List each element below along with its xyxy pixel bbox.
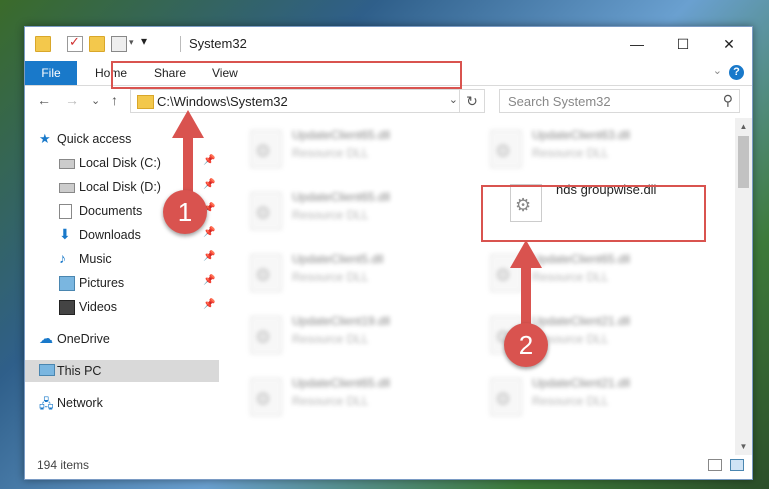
pin-icon[interactable]: 📌 — [203, 251, 215, 262]
sidebar-item-onedrive[interactable]: ☁ OneDrive — [25, 328, 219, 350]
dll-file-icon: ⚙ — [250, 192, 282, 230]
vertical-scrollbar[interactable]: ▲ ▼ — [735, 118, 752, 455]
back-button[interactable]: ← — [37, 92, 51, 108]
pin-icon[interactable]: 📌 — [203, 299, 215, 310]
download-arrow-icon: ⬇ — [59, 226, 71, 242]
close-button[interactable]: ✕ — [706, 27, 752, 61]
list-item[interactable]: ⚙ UpdateClient21.dll Resource DLL — [460, 310, 680, 360]
callout-badge-2: 2 — [504, 323, 548, 367]
item-count: 194 items — [37, 458, 90, 472]
list-item[interactable]: ⚙ UpdateClient65.dll Resource DLL — [460, 248, 680, 298]
gear-icon: ⚙ — [255, 265, 272, 285]
status-bar: 194 items — [25, 453, 752, 479]
navigation-bar: ← → ⌄ ↑ C:\Windows\System32 ⌄ ↻ Search S… — [25, 86, 752, 118]
music-note-icon: ♪ — [59, 250, 66, 266]
pin-icon[interactable]: 📌 — [203, 227, 215, 238]
gear-icon: ⚙ — [495, 141, 512, 161]
dll-file-icon: ⚙ — [250, 130, 282, 168]
sidebar-item-this-pc[interactable]: This PC — [25, 360, 219, 382]
gear-icon: ⚙ — [255, 203, 272, 223]
gear-icon: ⚙ — [495, 389, 512, 409]
chevron-down-icon[interactable]: ⌄ — [449, 93, 458, 106]
dll-file-icon: ⚙ — [490, 130, 522, 168]
list-item[interactable]: ⚙ UpdateClient21.dll Resource DLL — [460, 372, 680, 422]
new-folder-icon[interactable] — [89, 36, 105, 52]
toolbar-dropdown-icon[interactable]: ▾ — [141, 34, 147, 48]
recent-locations-button[interactable]: ⌄ — [91, 94, 100, 107]
details-view-icon[interactable] — [708, 459, 722, 471]
list-item[interactable]: ⚙ UpdateClient65.dll Resource DLL — [220, 372, 440, 422]
properties-check-icon[interactable] — [67, 34, 83, 52]
address-bar-highlight — [111, 61, 462, 89]
arrow-up-1-icon — [172, 110, 204, 196]
forward-button[interactable]: → — [65, 92, 79, 108]
folder-icon — [137, 95, 154, 109]
star-icon: ★ — [39, 131, 51, 146]
drive-icon — [59, 159, 75, 169]
callout-badge-1: 1 — [163, 190, 207, 234]
list-item[interactable]: ⚙ UpdateClient5.dll Resource DLL — [220, 248, 440, 298]
help-icon[interactable]: ? — [729, 65, 744, 80]
list-item[interactable]: ⚙ UpdateClient19.dll Resource DLL — [220, 310, 440, 360]
gear-icon: ⚙ — [255, 389, 272, 409]
maximize-button[interactable]: ☐ — [660, 27, 706, 61]
document-icon — [59, 204, 72, 219]
scroll-up-arrow-icon[interactable]: ▲ — [735, 118, 752, 135]
refresh-button[interactable]: ↻ — [459, 90, 484, 112]
dll-file-icon: ⚙ — [250, 254, 282, 292]
list-item[interactable]: ⚙ UpdateClient65.dll Resource DLL — [220, 124, 440, 174]
sidebar-item-pictures[interactable]: Pictures 📌 — [25, 272, 219, 294]
search-placeholder: Search System32 — [508, 94, 611, 109]
large-icons-view-icon[interactable] — [730, 459, 744, 471]
scroll-thumb[interactable] — [738, 136, 749, 188]
gear-icon: ⚙ — [255, 141, 272, 161]
dll-file-icon: ⚙ — [490, 378, 522, 416]
up-button[interactable]: ↑ — [111, 92, 118, 108]
minimize-button[interactable]: — — [614, 27, 660, 61]
film-icon — [59, 300, 75, 315]
ribbon-collapse-icon[interactable]: ⌄ — [713, 64, 722, 77]
network-icon: 🖧 — [39, 396, 54, 411]
quick-access-customize-icon[interactable] — [111, 36, 127, 52]
dll-file-icon: ⚙ — [250, 378, 282, 416]
gear-icon: ⚙ — [255, 327, 272, 347]
chevron-down-icon[interactable]: ▾ — [129, 37, 134, 48]
title-bar: ▾ ▾ System32 — ☐ ✕ — [25, 27, 752, 61]
picture-icon — [59, 276, 75, 291]
cloud-icon: ☁ — [39, 330, 53, 346]
explorer-window: ▾ ▾ System32 — ☐ ✕ File Home Share View … — [24, 26, 753, 480]
address-path[interactable]: C:\Windows\System32 — [157, 94, 288, 109]
sidebar-item-music[interactable]: ♪ Music 📌 — [25, 248, 219, 270]
sidebar-item-videos[interactable]: Videos 📌 — [25, 296, 219, 318]
computer-icon — [39, 364, 55, 376]
file-highlight — [481, 185, 706, 242]
sidebar-item-network[interactable]: 🖧 Network — [25, 392, 219, 414]
search-icon[interactable]: ⚲ — [723, 92, 733, 109]
drive-icon — [59, 183, 75, 193]
window-title: System32 — [189, 36, 247, 51]
dll-file-icon: ⚙ — [250, 316, 282, 354]
tab-file[interactable]: File — [25, 61, 77, 85]
folder-icon — [35, 36, 51, 52]
list-item[interactable]: ⚙ UpdateClient65.dll Resource DLL — [220, 186, 440, 236]
pin-icon[interactable]: 📌 — [203, 275, 215, 286]
file-list: ⚙ UpdateClient65.dll Resource DLL ⚙ Upda… — [220, 124, 735, 444]
title-separator — [180, 36, 181, 52]
search-input[interactable]: Search System32 ⚲ — [499, 89, 740, 113]
list-item[interactable]: ⚙ UpdateClient63.dll Resource DLL — [460, 124, 680, 174]
